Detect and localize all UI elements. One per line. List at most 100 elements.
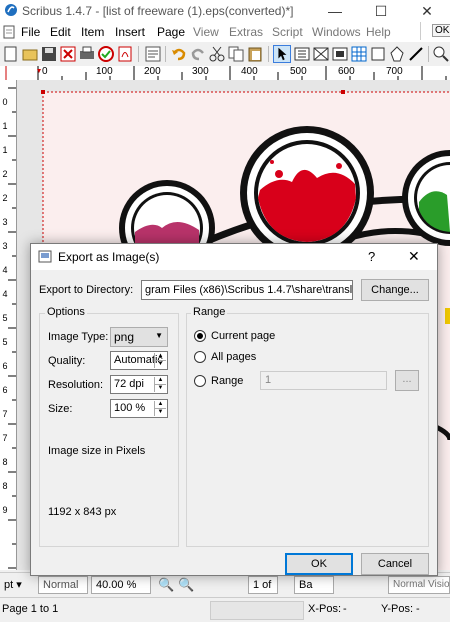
open-icon[interactable] (21, 45, 39, 63)
v-ruler-label: 4 (2, 265, 8, 275)
view-mode-value: Normal Vision (393, 579, 450, 590)
ruler-label-100: 100 (96, 66, 113, 77)
layer-value: Ba (299, 579, 313, 591)
down-arrow-icon[interactable]: ▼ (155, 361, 166, 368)
ruler-label-400: 400 (241, 66, 258, 77)
print-icon[interactable] (78, 45, 96, 63)
current-page-radio[interactable] (194, 330, 206, 342)
change-button[interactable]: Change... (361, 279, 429, 301)
bottom-status-bar: Page 1 to 1 X-Pos: - Y-Pos: - (0, 597, 450, 622)
all-pages-radio[interactable] (194, 351, 206, 363)
new-document-icon[interactable] (2, 45, 20, 63)
range-input[interactable]: 1 (260, 371, 387, 390)
copy-icon[interactable] (227, 45, 245, 63)
document-icon (3, 25, 15, 39)
range-label[interactable]: Range (211, 375, 243, 387)
image-type-select[interactable]: png ▼ (110, 327, 168, 347)
size-stepper[interactable]: ▲ ▼ (154, 401, 166, 416)
image-size-value: 1192 x 843 px (48, 506, 117, 518)
ruler-label-200: 200 (144, 66, 161, 77)
toolbar-separator (428, 46, 429, 62)
edit-text-icon[interactable] (144, 45, 162, 63)
resolution-stepper[interactable]: ▲ ▼ (154, 377, 166, 392)
v-ruler-label: 3 (2, 241, 8, 251)
menu-script[interactable]: Script (272, 25, 303, 39)
shape-icon[interactable] (369, 45, 387, 63)
menu-file[interactable]: File (21, 25, 40, 39)
cut-icon[interactable] (208, 45, 226, 63)
ypos-label: Y-Pos: (381, 603, 414, 615)
menu-bar: File Edit Item Insert Page View Extras S… (0, 22, 450, 42)
cancel-button[interactable]: Cancel (361, 553, 429, 575)
quality-spinbox[interactable]: Automatic ▲ ▼ (110, 351, 168, 370)
up-arrow-icon[interactable]: ▲ (155, 401, 166, 409)
dialog-app-icon (38, 250, 52, 263)
maximize-button[interactable]: ☐ (358, 0, 404, 22)
v-ruler-label: 5 (2, 337, 8, 347)
resolution-label: Resolution: (48, 379, 104, 391)
zoom-field[interactable]: 40.00 % (91, 576, 151, 594)
menu-view[interactable]: View (193, 25, 219, 39)
text-frame-icon[interactable] (293, 45, 311, 63)
up-arrow-icon[interactable]: ▲ (155, 353, 166, 361)
all-pages-label[interactable]: All pages (211, 351, 256, 363)
save-icon[interactable] (40, 45, 58, 63)
table-icon[interactable] (350, 45, 368, 63)
dialog-title: Export as Image(s) (58, 250, 160, 264)
undo-icon[interactable] (170, 45, 188, 63)
down-arrow-icon[interactable]: ▼ (155, 409, 166, 416)
polygon-icon[interactable] (388, 45, 406, 63)
range-radio[interactable] (194, 375, 206, 387)
mode-select[interactable]: Normal (38, 576, 88, 594)
menu-item[interactable]: Item (81, 25, 104, 39)
quality-stepper[interactable]: ▲ ▼ (154, 353, 166, 368)
image-frame-icon[interactable] (312, 45, 330, 63)
range-browse-button[interactable]: ... (395, 370, 419, 391)
ruler-label-700: 700 (386, 66, 403, 77)
chevron-down-icon: ▼ (155, 331, 163, 340)
unit-select[interactable]: pt ▾ (0, 576, 36, 594)
down-arrow-icon[interactable]: ▼ (155, 385, 166, 392)
redo-icon[interactable] (189, 45, 207, 63)
help-button[interactable]: ? (368, 249, 375, 264)
layer-select[interactable]: Ba (294, 576, 334, 594)
ok-button[interactable]: OK (285, 553, 353, 575)
menu-extras[interactable]: Extras (229, 25, 263, 39)
zoom-in-icon[interactable]: 🔍 (178, 577, 194, 593)
zoom-icon[interactable] (432, 45, 450, 63)
horizontal-ruler[interactable]: 0 100 200 300 400 500 600 700 (0, 66, 450, 81)
v-ruler-label: 6 (2, 361, 8, 371)
close-document-icon[interactable] (59, 45, 77, 63)
menu-help[interactable]: Help (366, 25, 391, 39)
zoom-out-icon[interactable]: 🔍 (158, 577, 174, 593)
red-cap-illustration (240, 126, 374, 260)
size-spinbox[interactable]: 100 % ▲ ▼ (110, 399, 168, 418)
v-ruler-label: 4 (2, 289, 8, 299)
vertical-ruler[interactable]: 0 1 1 2 2 3 3 4 4 5 5 6 6 7 7 8 8 9 (0, 80, 17, 570)
menu-insert[interactable]: Insert (115, 25, 145, 39)
export-dir-input[interactable]: gram Files (x86)\Scribus 1.4.7\share\tra… (141, 280, 353, 300)
close-window-button[interactable]: ✕ (404, 0, 450, 22)
menu-separator (420, 22, 429, 40)
menu-windows[interactable]: Windows (312, 25, 361, 39)
up-arrow-icon[interactable]: ▲ (155, 377, 166, 385)
paste-icon[interactable] (246, 45, 264, 63)
preflight-icon[interactable] (97, 45, 115, 63)
menu-page[interactable]: Page (157, 25, 185, 39)
resolution-spinbox[interactable]: 72 dpi ▲ ▼ (110, 375, 168, 394)
dialog-close-button[interactable]: ✕ (408, 248, 420, 265)
select-item-icon[interactable] (273, 45, 291, 63)
scribus-app-icon (5, 4, 17, 16)
minimize-button[interactable]: — (312, 0, 358, 22)
ok-toolbar-button[interactable]: OK (432, 24, 450, 37)
current-page-label[interactable]: Current page (211, 330, 275, 342)
export-pdf-icon[interactable] (116, 45, 134, 63)
page-select[interactable]: 1 of (248, 576, 278, 594)
view-mode-select[interactable]: Normal Vision (388, 576, 450, 594)
menu-edit[interactable]: Edit (50, 25, 71, 39)
line-icon[interactable] (407, 45, 425, 63)
toolbar-separator (165, 46, 166, 62)
render-frame-icon[interactable] (331, 45, 349, 63)
v-ruler-label: 1 (2, 145, 8, 155)
size-label: Size: (48, 403, 73, 415)
